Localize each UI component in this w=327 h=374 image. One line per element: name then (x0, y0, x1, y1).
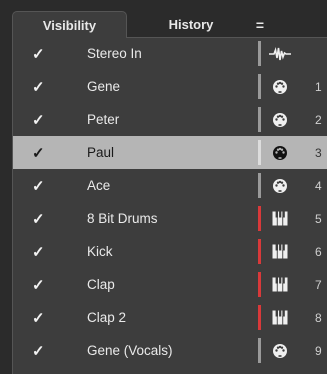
track-row[interactable]: ✓ 8 Bit Drums 5 (13, 202, 327, 235)
track-color-strip (258, 272, 261, 297)
track-name: Clap 2 (87, 310, 127, 325)
track-row[interactable]: ✓ Clap 7 (13, 268, 327, 301)
track-name: Gene (87, 79, 121, 94)
track-row[interactable]: ✓ Gene 1 (13, 70, 327, 103)
visibility-checkmark[interactable]: ✓ (32, 202, 52, 235)
keyboard-icon (269, 202, 291, 235)
track-name: Kick (87, 244, 113, 259)
track-number: 6 (315, 244, 322, 259)
visibility-checkmark[interactable]: ✓ (32, 301, 52, 334)
track-color-strip (258, 41, 261, 66)
tab-history[interactable]: History (136, 12, 246, 37)
track-name: Ace (87, 178, 111, 193)
visibility-checkmark[interactable]: ✓ (32, 70, 52, 103)
tab-visibility[interactable]: Visibility (12, 11, 127, 38)
menu-icon[interactable]: = (248, 12, 272, 37)
visibility-checkmark[interactable]: ✓ (32, 136, 52, 169)
track-number: 3 (315, 145, 322, 160)
visibility-checkmark[interactable]: ✓ (32, 37, 52, 70)
track-row[interactable]: ✓ Peter 2 (13, 103, 327, 136)
track-number: 8 (315, 310, 322, 325)
track-name: Gene (Vocals) (87, 343, 173, 358)
track-name: Clap (87, 277, 115, 292)
midi-icon (269, 103, 291, 136)
track-row[interactable]: ✓ Gene (Vocals) 9 (13, 334, 327, 367)
track-name: Paul (87, 145, 115, 160)
track-number: 1 (315, 79, 322, 94)
midi-icon (269, 169, 291, 202)
track-number: 4 (315, 178, 322, 193)
visibility-checkmark[interactable]: ✓ (32, 268, 52, 301)
waveform-icon (269, 37, 291, 70)
track-color-strip (258, 305, 261, 330)
track-row[interactable]: ✓ Stereo In (13, 37, 327, 70)
midi-icon (269, 334, 291, 367)
visibility-panel: Visibility History = ✓ Stereo In ✓ Gene 1 ✓ Pe… (0, 0, 327, 374)
track-list: ✓ Stereo In ✓ Gene 1 ✓ Peter 2 ✓ Paul 3 ✓ Ace 4 ✓ 8 Bit… (12, 37, 327, 374)
track-color-strip (258, 206, 261, 231)
keyboard-icon (269, 268, 291, 301)
track-row[interactable]: ✓ Ace 4 (13, 169, 327, 202)
track-name: Stereo In (87, 46, 142, 61)
track-color-strip (258, 107, 261, 132)
track-number: 9 (315, 343, 322, 358)
track-row[interactable]: ✓ Clap 2 8 (13, 301, 327, 334)
keyboard-icon (269, 235, 291, 268)
track-row[interactable]: ✓ Kick 6 (13, 235, 327, 268)
visibility-checkmark[interactable]: ✓ (32, 334, 52, 367)
midi-icon (269, 136, 291, 169)
keyboard-icon (269, 301, 291, 334)
midi-icon (269, 70, 291, 103)
track-color-strip (258, 173, 261, 198)
track-color-strip (258, 239, 261, 264)
visibility-checkmark[interactable]: ✓ (32, 169, 52, 202)
visibility-checkmark[interactable]: ✓ (32, 235, 52, 268)
track-number: 2 (315, 112, 322, 127)
visibility-checkmark[interactable]: ✓ (32, 103, 52, 136)
track-color-strip (258, 74, 261, 99)
track-number: 7 (315, 277, 322, 292)
track-color-strip (258, 140, 261, 165)
tab-bar: Visibility History = (0, 0, 327, 38)
track-number: 5 (315, 211, 322, 226)
track-name: 8 Bit Drums (87, 211, 158, 226)
track-number (315, 37, 327, 70)
track-row[interactable]: ✓ Paul 3 (13, 136, 327, 169)
track-name: Peter (87, 112, 120, 127)
track-color-strip (258, 338, 261, 363)
